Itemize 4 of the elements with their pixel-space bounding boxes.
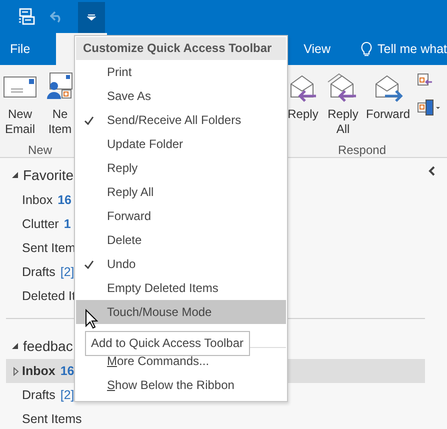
tooltip: Add to Quick Access Toolbar <box>85 331 250 356</box>
menu-title: Customize Quick Access Toolbar <box>76 37 286 60</box>
group-label: Respond <box>338 143 386 157</box>
group-label: New <box>28 143 52 157</box>
